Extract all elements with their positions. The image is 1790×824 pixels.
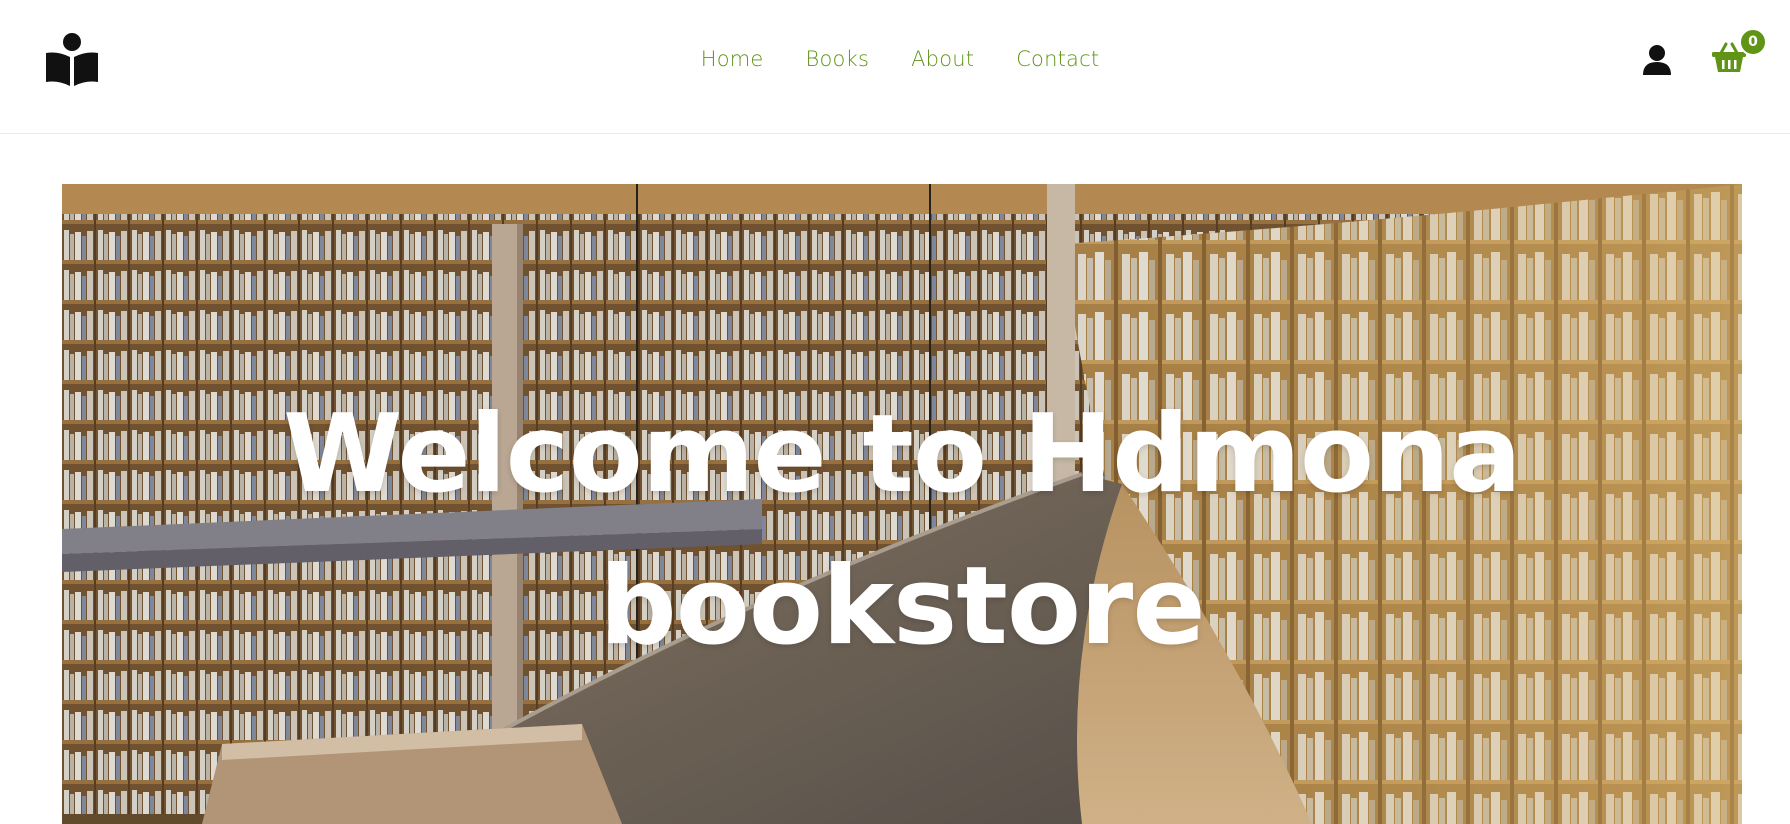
user-icon[interactable] <box>1641 45 1673 75</box>
nav-about[interactable]: About <box>911 47 974 71</box>
nav-books[interactable]: Books <box>806 47 870 71</box>
hero-title: Welcome to Hdmona bookstore <box>62 379 1742 683</box>
site-header: Home Books About Contact 0 <box>0 0 1790 134</box>
main-nav: Home Books About Contact <box>0 0 1790 118</box>
nav-home[interactable]: Home <box>701 47 764 71</box>
hero-title-line2: bookstore <box>599 544 1205 669</box>
nav-contact[interactable]: Contact <box>1016 47 1099 71</box>
hero-title-line1: Welcome to Hdmona <box>283 392 1522 517</box>
cart-button[interactable]: 0 <box>1710 28 1770 78</box>
hero-banner: Welcome to Hdmona bookstore <box>62 184 1742 824</box>
cart-count-badge: 0 <box>1739 28 1767 56</box>
